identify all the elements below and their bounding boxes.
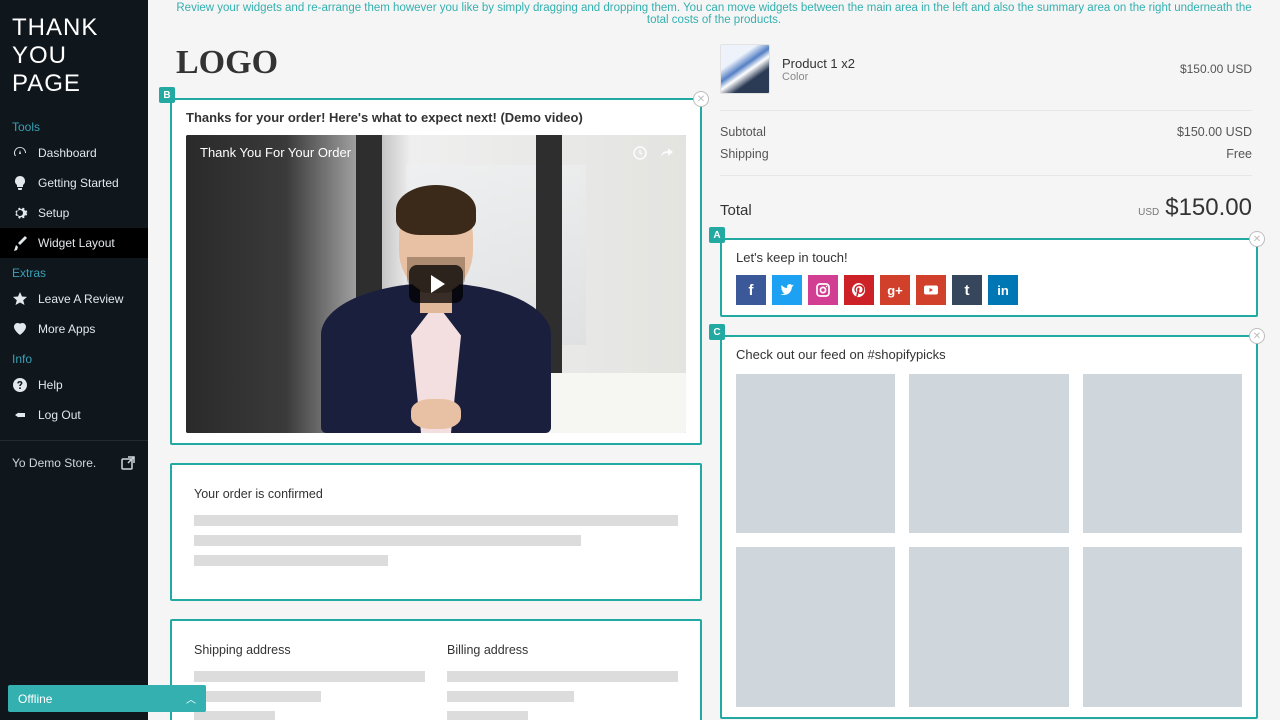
- feed-tile[interactable]: [1083, 547, 1242, 706]
- video-top-icons: [632, 145, 674, 161]
- pinterest-icon[interactable]: [844, 275, 874, 305]
- sidebar-item-setup[interactable]: Setup: [0, 198, 148, 228]
- nav-label: Widget Layout: [38, 236, 115, 250]
- feed-tile[interactable]: [909, 374, 1068, 533]
- skeleton-bar: [447, 711, 528, 720]
- nav-label: Setup: [38, 206, 69, 220]
- product-variant: Color: [782, 71, 855, 83]
- logout-icon: [12, 407, 28, 423]
- watch-later-icon[interactable]: [632, 145, 648, 161]
- instagram-icon[interactable]: [808, 275, 838, 305]
- nav-label: More Apps: [38, 322, 95, 336]
- youtube-icon[interactable]: [916, 275, 946, 305]
- twitter-icon[interactable]: [772, 275, 802, 305]
- skeleton-bar: [194, 515, 678, 526]
- nav-label: Getting Started: [38, 176, 119, 190]
- skeleton-bar: [194, 671, 425, 682]
- total-label: Total: [720, 202, 752, 219]
- gear-icon: [12, 205, 28, 221]
- store-link[interactable]: Yo Demo Store.: [0, 440, 148, 485]
- shipping-value: Free: [1226, 147, 1252, 161]
- store-name: Yo Demo Store.: [12, 456, 96, 470]
- feed-tile[interactable]: [736, 547, 895, 706]
- feed-tile[interactable]: [736, 374, 895, 533]
- confirm-title: Your order is confirmed: [194, 487, 678, 501]
- nav-label: Help: [38, 378, 63, 392]
- brand-title: THANK YOU PAGE: [0, 8, 148, 112]
- nav-label: Log Out: [38, 408, 81, 422]
- skeleton-bar: [194, 555, 388, 566]
- help-text: Review your widgets and re-arrange them …: [170, 0, 1258, 34]
- sidebar-item-more-apps[interactable]: More Apps: [0, 314, 148, 344]
- billing-address-title: Billing address: [447, 643, 678, 657]
- widget-close-button[interactable]: ✕: [1249, 328, 1265, 344]
- skeleton-bar: [447, 691, 574, 702]
- offline-banner[interactable]: Offline ︿: [8, 685, 206, 712]
- skeleton-bar: [447, 671, 678, 682]
- googleplus-icon[interactable]: g+: [880, 275, 910, 305]
- heart-icon: [12, 321, 28, 337]
- facebook-icon[interactable]: f: [736, 275, 766, 305]
- star-icon: [12, 291, 28, 307]
- total-currency: USD: [1138, 207, 1159, 218]
- linkedin-icon[interactable]: in: [988, 275, 1018, 305]
- sidebar-item-review[interactable]: Leave A Review: [0, 284, 148, 314]
- order-confirmed-widget[interactable]: Your order is confirmed: [170, 463, 702, 601]
- feed-title: Check out our feed on #shopifypicks: [736, 347, 1242, 362]
- skeleton-bar: [194, 691, 321, 702]
- subtotal-value: $150.00 USD: [1177, 125, 1252, 139]
- feed-widget[interactable]: C ✕ Check out our feed on #shopifypicks: [720, 335, 1258, 719]
- product-thumb: [720, 44, 770, 94]
- chevron-up-icon: ︿: [186, 691, 196, 706]
- order-summary: Product 1 x2 Color $150.00 USD Subtotal $…: [720, 34, 1258, 238]
- sidebar-item-dashboard[interactable]: Dashboard: [0, 138, 148, 168]
- widget-tag: B: [159, 87, 175, 103]
- sidebar-item-help[interactable]: Help: [0, 370, 148, 400]
- nav-label: Dashboard: [38, 146, 97, 160]
- main-canvas: Review your widgets and re-arrange them …: [148, 0, 1280, 720]
- section-extras: Extras: [0, 258, 148, 284]
- page-logo: LOGO: [170, 34, 702, 98]
- bulb-icon: [12, 175, 28, 191]
- divider: [720, 175, 1252, 176]
- section-info: Info: [0, 344, 148, 370]
- section-tools: Tools: [0, 112, 148, 138]
- widget-close-button[interactable]: ✕: [693, 91, 709, 107]
- external-link-icon: [120, 455, 136, 471]
- sidebar-item-getting-started[interactable]: Getting Started: [0, 168, 148, 198]
- brush-icon: [12, 235, 28, 251]
- addresses-widget[interactable]: Shipping address pping method Billing ad…: [170, 619, 702, 720]
- sidebar-item-logout[interactable]: Log Out: [0, 400, 148, 430]
- social-title: Let's keep in touch!: [736, 250, 1242, 265]
- video-widget[interactable]: B ✕ Thanks for your order! Here's what t…: [170, 98, 702, 445]
- widget-tag: A: [709, 227, 725, 243]
- social-widget[interactable]: A ✕ Let's keep in touch! f g+ t in: [720, 238, 1258, 317]
- product-name: Product 1 x2: [782, 56, 855, 71]
- feed-tile[interactable]: [1083, 374, 1242, 533]
- skeleton-bar: [194, 535, 581, 546]
- total-amount: $150.00: [1165, 194, 1252, 221]
- widget-close-button[interactable]: ✕: [1249, 231, 1265, 247]
- feed-grid: [736, 374, 1242, 707]
- feed-tile[interactable]: [909, 547, 1068, 706]
- share-icon[interactable]: [658, 145, 674, 161]
- subtotal-label: Subtotal: [720, 125, 766, 139]
- sidebar: THANK YOU PAGE Tools Dashboard Getting S…: [0, 0, 148, 720]
- video-widget-title: Thanks for your order! Here's what to ex…: [186, 110, 686, 125]
- play-button[interactable]: [409, 265, 463, 303]
- help-icon: [12, 377, 28, 393]
- offline-label: Offline: [18, 692, 52, 706]
- tumblr-icon[interactable]: t: [952, 275, 982, 305]
- nav-label: Leave A Review: [38, 292, 123, 306]
- widget-tag: C: [709, 324, 725, 340]
- shipping-label: Shipping: [720, 147, 769, 161]
- sidebar-item-widget-layout[interactable]: Widget Layout: [0, 228, 148, 258]
- video-player[interactable]: Thank You For Your Order: [186, 135, 686, 433]
- product-price: $150.00 USD: [1180, 62, 1252, 76]
- divider: [720, 110, 1252, 111]
- skeleton-bar: [194, 711, 275, 720]
- video-title: Thank You For Your Order: [200, 145, 351, 160]
- shipping-address-title: Shipping address: [194, 643, 425, 657]
- gauge-icon: [12, 145, 28, 161]
